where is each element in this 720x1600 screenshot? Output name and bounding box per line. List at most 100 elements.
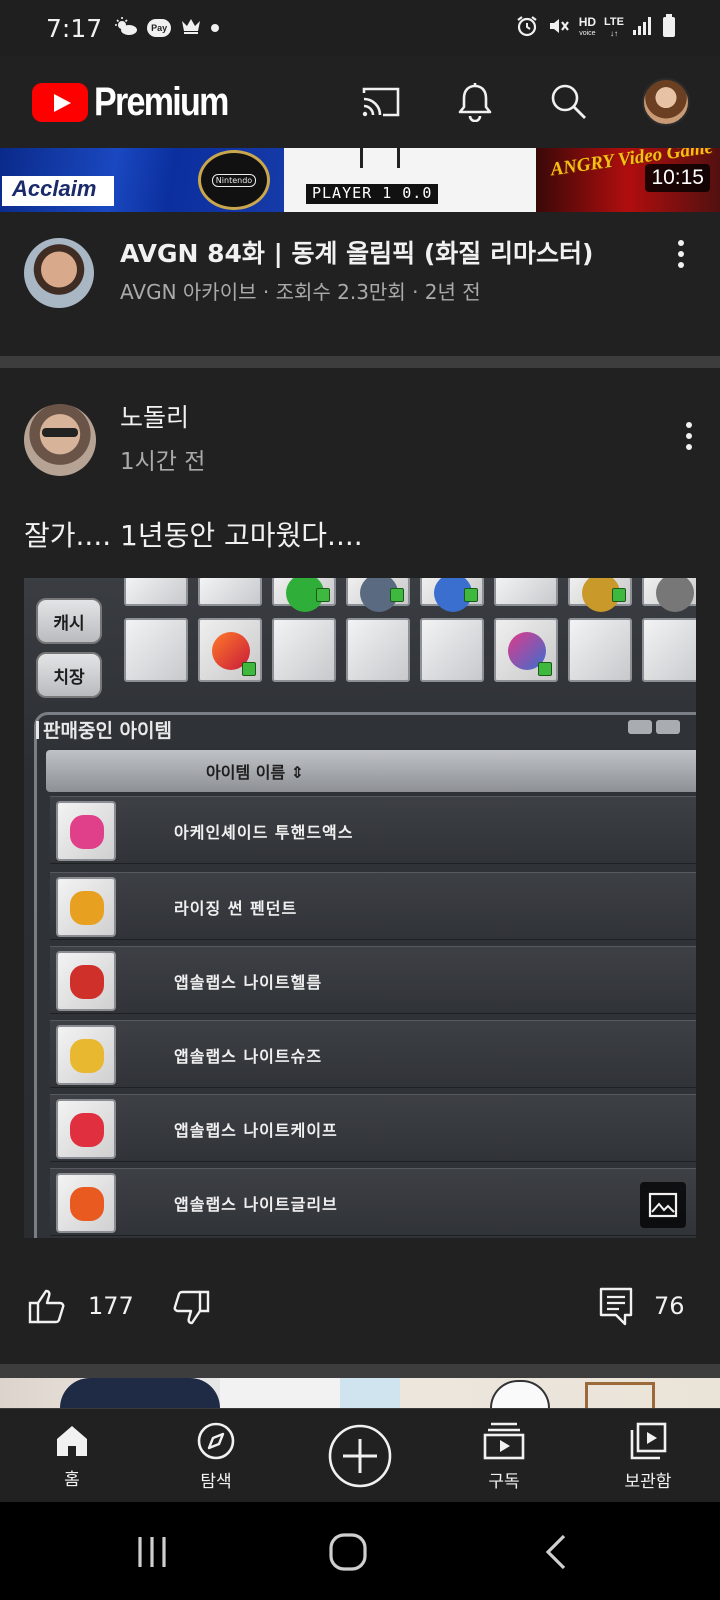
- inventory-slot: [198, 578, 262, 606]
- item-name: 앱솔랩스 나이트헬름: [174, 973, 323, 992]
- next-video-thumbnail[interactable]: [0, 1378, 720, 1408]
- inventory-slot: [346, 578, 410, 612]
- subscriptions-icon: [483, 1422, 525, 1459]
- nav-home-label: 홈: [64, 1469, 80, 1490]
- cast-button[interactable]: [360, 81, 402, 123]
- sale-item-row: 아케인셰이드 투핸드액스: [50, 796, 696, 864]
- inventory-slot: [642, 578, 696, 612]
- back-button[interactable]: [534, 1530, 578, 1574]
- like-count: 177: [88, 1292, 134, 1320]
- first-page-icon: [628, 720, 652, 734]
- status-system-icons: HD voice LTE ↓↑: [515, 14, 676, 42]
- status-notification-icons: Pay: [114, 16, 220, 40]
- inventory-slot: [642, 618, 696, 682]
- sale-item-row: 라이징 썬 펜던트: [50, 872, 696, 940]
- video-more-button[interactable]: [666, 234, 696, 274]
- search-button[interactable]: [548, 81, 590, 123]
- post-author-name[interactable]: 노돌리: [120, 398, 189, 434]
- status-time: 7:17: [46, 13, 103, 43]
- post-text: 잘가.... 1년동안 고마웠다....: [24, 519, 363, 552]
- community-post: 노돌리 1시간 전 잘가.... 1년동안 고마웠다.... 캐시 치장 판매중…: [0, 368, 720, 1364]
- view-image-button[interactable]: [640, 1182, 686, 1228]
- explore-icon: [197, 1422, 235, 1459]
- search-icon: [551, 84, 586, 119]
- post-actions: 177 76: [0, 1262, 720, 1352]
- video-title[interactable]: AVGN 84화 | 동계 올림픽 (화질 리마스터): [120, 234, 593, 270]
- item-name: 아케인셰이드 투핸드액스: [174, 823, 354, 842]
- nav-home[interactable]: 홈: [0, 1409, 144, 1503]
- lte-icon: LTE ↓↑: [604, 16, 624, 39]
- thumb-up-icon: [28, 1289, 65, 1324]
- cosmetic-tab-button: 치장: [36, 652, 102, 698]
- cash-tab-button: 캐시: [36, 598, 102, 644]
- status-bar: 7:17 Pay HD voice LTE ↓↑: [0, 0, 720, 56]
- inventory-slot: [568, 618, 632, 682]
- alarm-icon: [515, 14, 539, 42]
- duration-badge: 10:15: [645, 164, 710, 192]
- recent-apps-button[interactable]: [130, 1530, 174, 1574]
- home-circle-icon: [329, 1533, 367, 1571]
- system-navigation-bar: [0, 1502, 720, 1600]
- dislike-button[interactable]: [172, 1290, 210, 1326]
- section-divider: [0, 1364, 720, 1378]
- item-icon: [56, 1099, 116, 1159]
- nav-create[interactable]: [288, 1409, 432, 1503]
- notifications-button[interactable]: [454, 81, 496, 123]
- nav-explore-label: 탐색: [200, 1471, 232, 1492]
- header-actions: [360, 78, 690, 126]
- item-icon: [56, 1173, 116, 1233]
- channel-avatar[interactable]: [24, 238, 94, 308]
- player-score: PLAYER 1 0.0: [306, 184, 439, 204]
- pay-icon: Pay: [147, 19, 172, 37]
- youtube-play-logo-icon: [32, 82, 88, 122]
- item-icon: [56, 877, 116, 937]
- inventory-slot: [494, 618, 558, 682]
- inventory-slot: [272, 578, 336, 612]
- inventory-slot: [420, 618, 484, 682]
- recent-apps-icon: [138, 1537, 166, 1567]
- sale-item-row: 앱솔랩스 나이트슈즈: [50, 1020, 696, 1088]
- mute-icon: [547, 14, 571, 42]
- post-author-avatar[interactable]: [24, 404, 96, 476]
- nintendo-seal: Nintendo: [198, 150, 270, 210]
- more-vert-icon: [678, 240, 684, 246]
- video-thumbnail[interactable]: Acclaim Nintendo PLAYER 1 0.0 ANGRY Vide…: [0, 148, 720, 212]
- crown-icon: [180, 17, 202, 39]
- bell-icon: [458, 83, 492, 122]
- nav-library-label: 보관함: [624, 1471, 672, 1492]
- account-avatar[interactable]: [642, 78, 690, 126]
- notification-dot-icon: [211, 24, 220, 32]
- post-more-button[interactable]: [674, 416, 704, 456]
- item-name: 앱솔랩스 나이트케이프: [174, 1121, 338, 1140]
- nav-subscriptions[interactable]: 구독: [432, 1409, 576, 1503]
- post-image[interactable]: 캐시 치장 판매중인 아이템 아이템 이름 ⇕ 아케인셰이드 투핸드액스 라이징…: [24, 578, 696, 1238]
- comments-button[interactable]: 76: [598, 1286, 685, 1326]
- logo-text: Premium: [94, 79, 229, 124]
- home-icon: [57, 1425, 87, 1456]
- inventory-slot: [198, 618, 262, 682]
- video-details[interactable]: AVGN 84화 | 동계 올림픽 (화질 리마스터) AVGN 아카이브 · …: [0, 212, 720, 356]
- section-divider: [0, 356, 720, 368]
- item-icon: [56, 951, 116, 1011]
- acclaim-logo: Acclaim: [2, 176, 114, 206]
- home-system-button[interactable]: [326, 1530, 370, 1574]
- sale-item-row: 앱솔랩스 나이트케이프: [50, 1094, 696, 1162]
- sale-item-row: 앱솔랩스 나이트글리브: [50, 1168, 696, 1236]
- cast-icon: [362, 87, 400, 117]
- prev-page-icon: [656, 720, 680, 734]
- app-header: Premium: [0, 56, 720, 148]
- item-name: 앱솔랩스 나이트글리브: [174, 1195, 338, 1214]
- item-name: 라이징 썬 펜던트: [174, 899, 298, 918]
- more-vert-icon: [686, 422, 692, 428]
- nav-explore[interactable]: 탐색: [144, 1409, 288, 1503]
- nav-library[interactable]: 보관함: [576, 1409, 720, 1503]
- comment-count: 76: [654, 1292, 685, 1320]
- post-timestamp: 1시간 전: [120, 449, 206, 475]
- inventory-slot: [494, 578, 558, 606]
- item-icon: [56, 1025, 116, 1085]
- like-button[interactable]: 177: [28, 1288, 134, 1324]
- youtube-premium-logo[interactable]: Premium: [32, 80, 251, 125]
- hd-voice-icon: HD voice: [578, 15, 597, 37]
- item-name-column-header: 아이템 이름 ⇕: [46, 750, 696, 792]
- thumbnail-gameplay: PLAYER 1 0.0: [284, 148, 536, 212]
